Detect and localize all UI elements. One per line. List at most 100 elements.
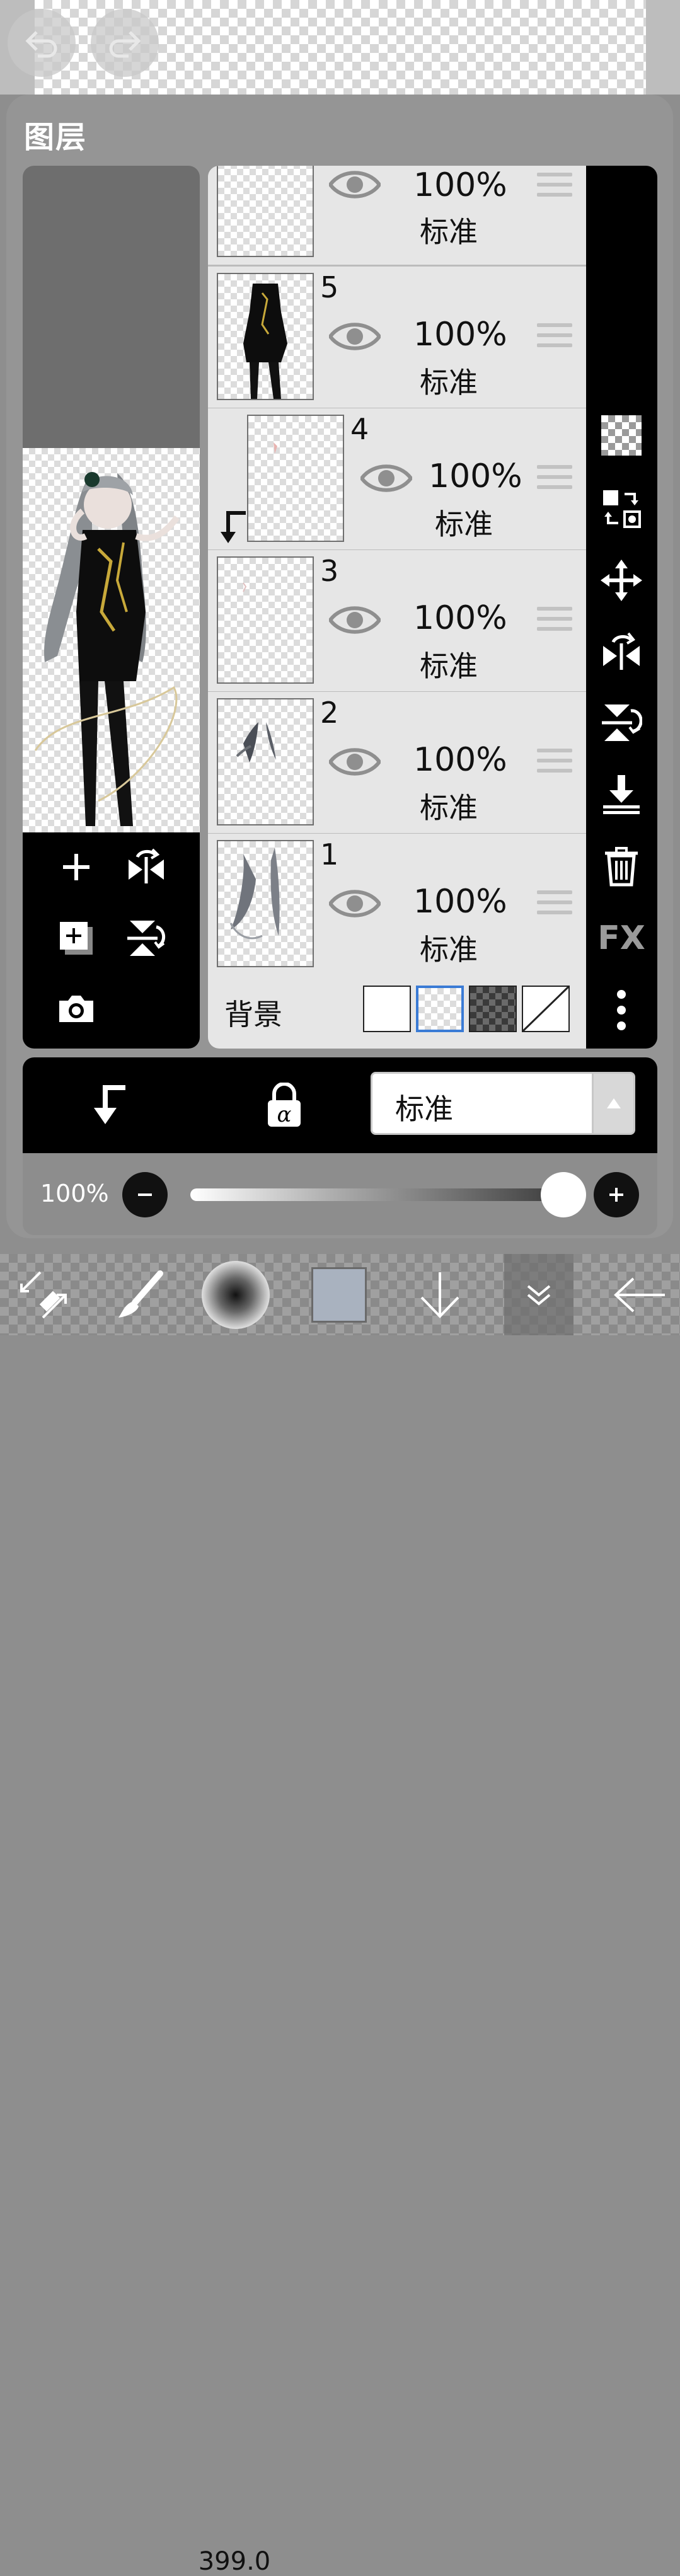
background-transparent-swatch[interactable] [416, 986, 464, 1032]
transform-tool-icon [20, 1271, 67, 1318]
layer-blend-mode: 标准 [420, 933, 478, 967]
brush-icon [118, 1270, 163, 1318]
layer-opacity: 100% [413, 316, 507, 354]
drag-handle-icon[interactable] [537, 607, 572, 636]
layer-row[interactable]: 1 100% 标准 [208, 834, 586, 968]
layer-number: 2 [320, 696, 339, 730]
blend-mode-dropdown-button[interactable] [594, 1072, 635, 1135]
clipping-arrow-icon [94, 1085, 125, 1124]
layer-opacity: 100% [413, 599, 507, 637]
layer-row[interactable]: 4 100% 标准 [208, 408, 586, 551]
flip-layer-horizontal-button[interactable] [597, 628, 645, 676]
eye-icon[interactable] [329, 168, 381, 202]
flip-layer-vertical-button[interactable] [597, 699, 645, 747]
background-none-swatch[interactable] [522, 986, 570, 1032]
layer-2-thumbnail-art [236, 722, 276, 762]
flip-horizontal-button[interactable] [124, 845, 168, 889]
opacity-slider-track[interactable] [190, 1188, 581, 1201]
more-options-button[interactable] [597, 986, 645, 1034]
alpha-lock-button[interactable]: α [265, 1082, 303, 1130]
layer-3-thumbnail-art [243, 582, 247, 592]
blend-mode-bar: α 标准 [23, 1057, 657, 1153]
layer-thumbnail [217, 273, 314, 400]
opacity-increase-button[interactable] [594, 1172, 639, 1217]
delete-layer-button[interactable] [597, 842, 645, 890]
add-layer-icon [63, 854, 89, 880]
transform-layer-button[interactable] [597, 485, 645, 532]
eye-icon[interactable] [360, 461, 412, 495]
eye-icon[interactable] [329, 603, 381, 637]
drag-handle-icon[interactable] [537, 749, 572, 778]
duplicate-layer-icon [60, 922, 93, 955]
redo-button[interactable] [91, 9, 159, 77]
fx-button[interactable]: FX [597, 914, 645, 962]
brush-tool-button[interactable] [108, 1254, 171, 1335]
flip-vertical-icon [127, 921, 166, 956]
layer-blend-mode: 标准 [420, 791, 478, 825]
layer-preview-image[interactable] [23, 448, 200, 832]
layer-blend-mode: 标准 [420, 649, 478, 683]
duplicate-layer-button[interactable] [54, 916, 98, 960]
background-row: 背景 [208, 968, 586, 1049]
eye-icon[interactable] [329, 887, 381, 921]
opacity-decrease-button[interactable] [122, 1172, 168, 1217]
layer-number: 1 [320, 837, 339, 871]
blend-mode-select[interactable]: 标准 [371, 1072, 594, 1135]
layer-thumbnail [217, 698, 314, 825]
left-tool-panel [23, 832, 200, 1049]
flip-vertical-icon [602, 704, 642, 741]
clipping-arrow-icon [221, 511, 246, 543]
drag-handle-icon[interactable] [537, 465, 572, 494]
layers-button[interactable] [504, 1254, 573, 1335]
back-arrow-icon [614, 1277, 665, 1312]
merge-down-button[interactable] [597, 771, 645, 819]
layer-1-thumbnail-art [229, 848, 280, 940]
minus-icon [138, 1193, 152, 1196]
layer-blend-mode: 标准 [420, 215, 478, 249]
layer-blend-mode: 标准 [435, 507, 493, 541]
layer-thumbnail [217, 166, 314, 257]
flip-vertical-button[interactable] [124, 916, 168, 960]
layer-thumbnail [217, 840, 314, 967]
layer-row[interactable]: 100% 标准 [208, 166, 586, 267]
add-layer-button[interactable] [54, 845, 98, 889]
move-layer-button[interactable] [597, 556, 645, 604]
fx-icon: FX [597, 919, 645, 957]
background-dark-checker-swatch[interactable] [469, 986, 517, 1032]
drag-handle-icon[interactable] [537, 173, 572, 202]
layer-row[interactable]: 5 100% 标准 [208, 267, 586, 410]
brush-size-value: 399.0 [198, 2547, 271, 2576]
drag-handle-icon[interactable] [537, 323, 572, 352]
triangle-up-icon [606, 1098, 621, 1108]
layer-thumbnail [247, 415, 344, 542]
arrow-down-icon [420, 1272, 459, 1318]
layer-opacity: 100% [413, 883, 507, 921]
transform-tool-button[interactable] [11, 1254, 74, 1335]
layers-list[interactable]: 100% 标准 5 100% 标准 4 100% 标准 3 100% 标准 2 … [208, 166, 586, 968]
undo-button[interactable] [8, 9, 76, 77]
drag-handle-icon[interactable] [537, 890, 572, 919]
brush-size-icon [202, 1260, 270, 1329]
layer-opacity: 100% [429, 457, 522, 495]
move-icon [601, 560, 642, 601]
opacity-control: 100% [23, 1153, 657, 1235]
clipping-button[interactable] [89, 1083, 130, 1130]
layer-row[interactable]: 3 100% 标准 [208, 550, 586, 693]
undo-icon [25, 31, 57, 58]
camera-icon [59, 996, 93, 1022]
layer-down-button[interactable] [408, 1254, 471, 1335]
layer-number: 4 [350, 412, 369, 446]
layer-number: 3 [320, 554, 339, 588]
eye-icon[interactable] [329, 745, 381, 779]
transform-layer-icon [603, 490, 641, 528]
layer-row[interactable]: 2 100% 标准 [208, 692, 586, 835]
eye-icon[interactable] [329, 319, 381, 354]
back-button[interactable] [605, 1254, 674, 1335]
opacity-slider-knob[interactable] [541, 1172, 586, 1217]
background-white-swatch[interactable] [363, 986, 411, 1032]
transparency-lock-button[interactable] [597, 411, 645, 459]
layer-4-thumbnail-art [274, 442, 277, 454]
color-button[interactable] [308, 1254, 371, 1335]
camera-button[interactable] [54, 987, 98, 1031]
brush-size-button[interactable] [200, 1254, 271, 1335]
